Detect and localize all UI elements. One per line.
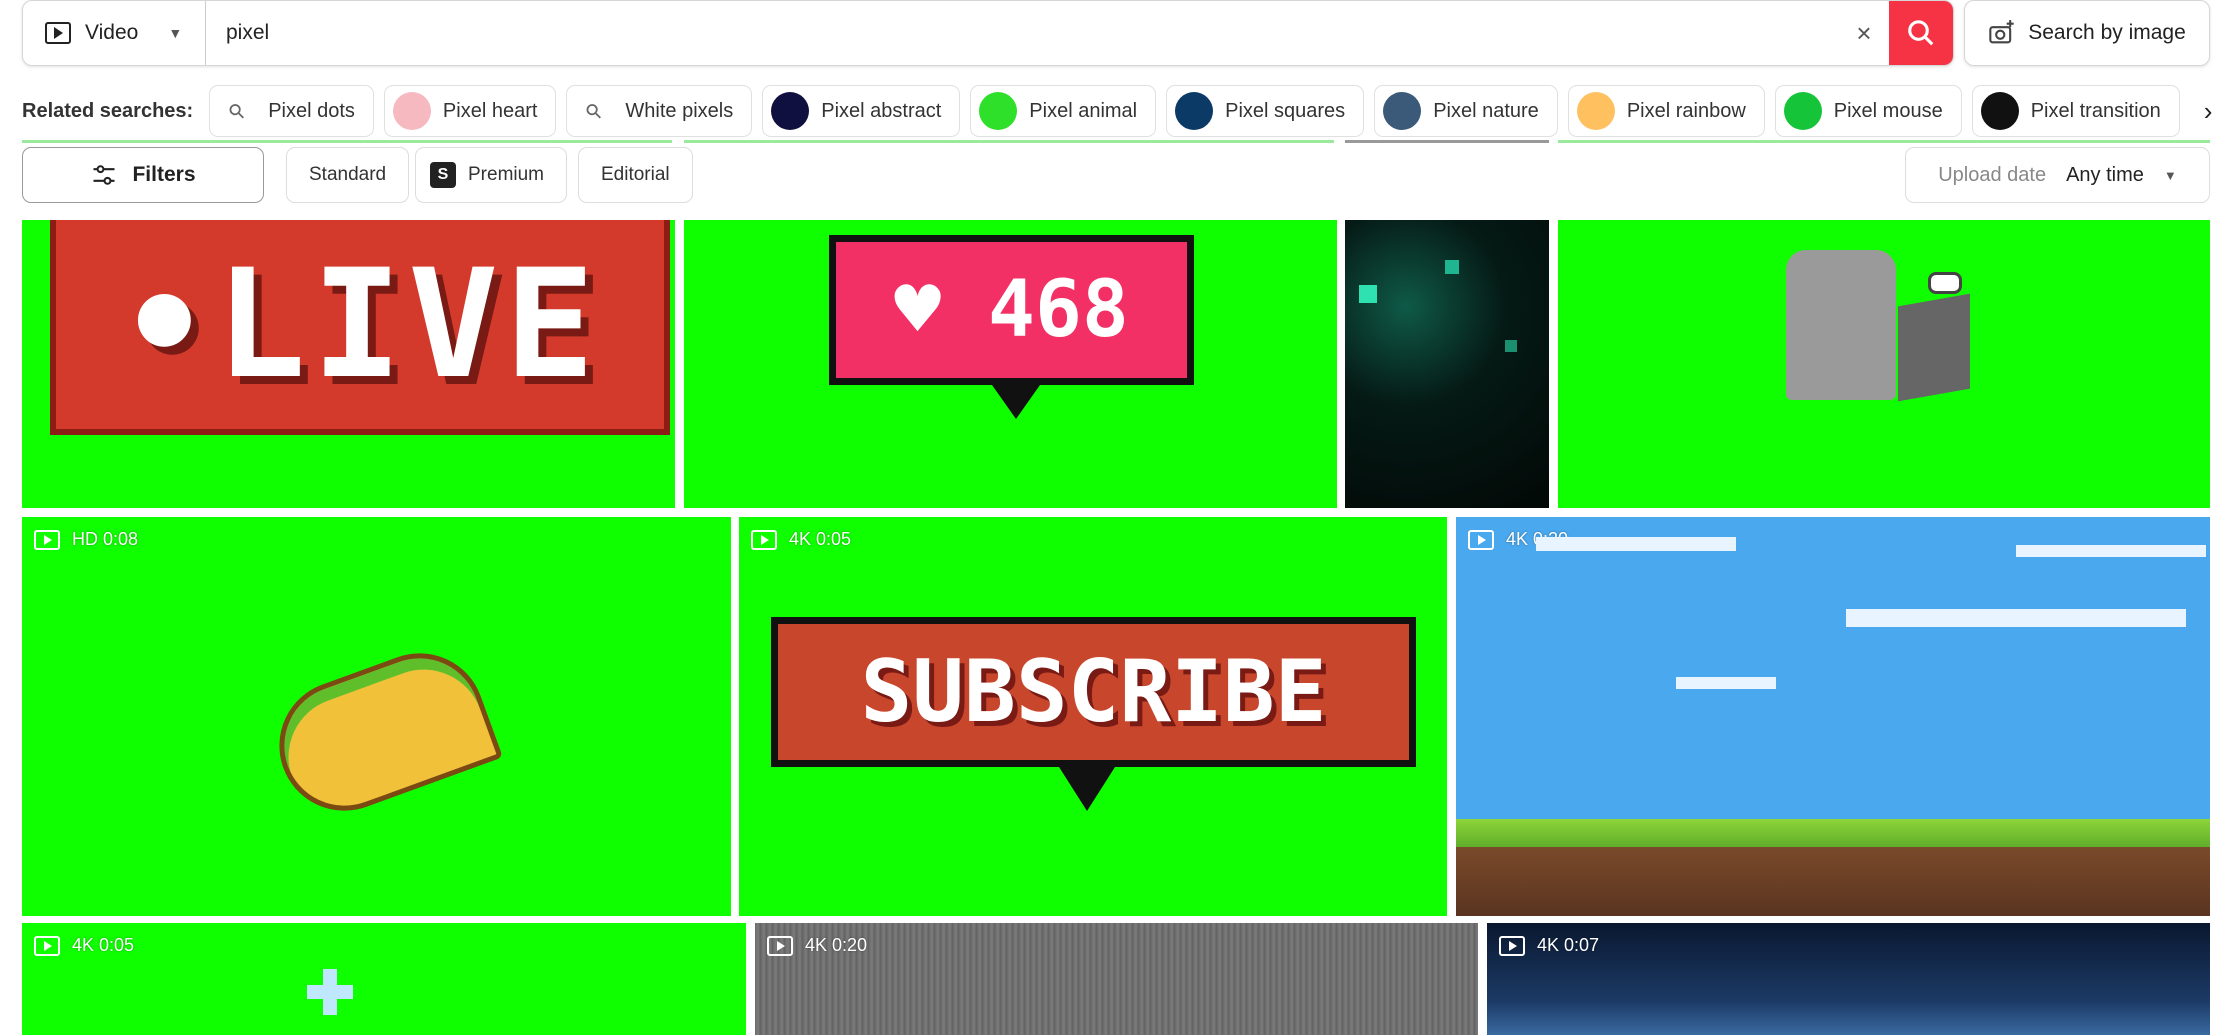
duration-badge: HD 0:08 [34,529,138,550]
duration-badge: 4K 0:05 [34,935,134,956]
video-result[interactable]: 4K 0:05 SUBSCRIBE [739,517,1447,916]
thumbnail [1576,92,1615,130]
video-icon [45,22,71,44]
ground-graphic [1456,819,2210,916]
video-result[interactable]: 4K 0:07 [1487,923,2210,1035]
play-icon [767,935,793,956]
chevron-down-icon: ▼ [168,25,183,41]
video-result[interactable]: 4K 0:05 [22,923,746,1035]
duration-badge: 4K 0:07 [1499,935,1599,956]
related-searches-label: Related searches: [22,99,194,122]
chevron-down-icon: ▼ [2163,167,2177,183]
play-icon [1468,529,1494,550]
play-icon [34,935,60,956]
filter-standard[interactable]: Standard [286,147,410,203]
search-by-image-label: Search by image [2028,21,2186,44]
search-input[interactable]: pixel [206,1,1839,65]
related-search-chip[interactable]: Pixel mouse [1774,85,1962,137]
related-search-chip[interactable]: Pixel abstract [762,85,961,137]
related-search-chip[interactable]: Pixel rainbow [1567,85,1765,137]
related-searches: Related searches: ⚲ Pixel dots Pixel heart… [22,85,2212,137]
computer-graphic [1898,293,1970,402]
play-icon [34,529,60,550]
chip-label: Pixel transition [2030,99,2161,122]
related-search-chip[interactable]: Pixel heart [383,85,557,137]
filter-premium[interactable]: S Premium [415,147,568,203]
filter-label: Editorial [601,164,670,185]
filter-editorial[interactable]: Editorial [578,147,693,203]
thumbnail [1175,92,1214,130]
live-graphic: •LIVE [50,220,670,435]
play-icon [1499,935,1525,956]
related-search-chip[interactable]: Pixel transition [1971,85,2180,137]
chip-label: White pixels [625,99,734,122]
premium-icon: S [430,162,456,188]
search-icon [1908,20,1934,46]
video-result[interactable]: •LIVE [22,220,675,508]
thumbnail [392,92,431,130]
chip-label: Pixel rainbow [1626,99,1746,122]
upload-date-select[interactable]: Upload date Any time ▼ [1905,147,2210,203]
upload-date-label: Upload date [1938,163,2047,186]
search-button[interactable] [1889,1,1953,65]
media-type-label: Video [85,21,139,44]
thumbnail [979,92,1018,130]
camera-plus-icon [1989,20,2014,44]
video-result[interactable] [1558,220,2210,508]
chip-label: Pixel squares [1225,99,1346,122]
media-type-select[interactable]: Video ▼ [23,1,206,65]
video-result[interactable]: 4K 0:20 [755,923,1478,1035]
cat-graphic [1786,250,1896,400]
sliders-icon [93,165,115,185]
clear-icon[interactable]: × [1839,18,1889,49]
search-icon: ⚲ [224,98,251,125]
related-search-chip[interactable]: Pixel nature [1374,85,1558,137]
taco-graphic [261,635,503,829]
video-result[interactable]: HD 0:08 [22,517,731,916]
related-search-chip[interactable]: Pixel squares [1166,85,1365,137]
chip-label: Pixel mouse [1833,99,1943,122]
search-icon: ⚲ [581,98,608,125]
chip-label: Pixel animal [1029,99,1138,122]
thumbnail [771,92,810,130]
chip-label: Pixel nature [1433,99,1539,122]
chip-label: Pixel heart [442,99,538,122]
filters-button[interactable]: Filters [22,147,264,203]
subscribe-graphic: SUBSCRIBE [771,617,1416,767]
thumbnail [1783,92,1822,130]
related-search-chip[interactable]: Pixel animal [970,85,1157,137]
search-by-image-button[interactable]: Search by image [1964,0,2210,66]
filter-label: Standard [309,164,387,185]
likes-graphic: ♥ 468 [829,235,1194,385]
duration-badge: 4K 0:20 [767,935,867,956]
chevron-right-icon[interactable]: › [2204,96,2213,127]
chip-label: Pixel abstract [821,99,942,122]
play-icon [751,529,777,550]
video-result[interactable]: 4K 0:20 [1456,517,2210,916]
chip-label: Pixel dots [268,99,355,122]
filter-label: Premium [468,164,545,185]
video-result[interactable]: ♥ 468 [684,220,1337,508]
filters-label: Filters [132,163,196,186]
related-search-chip[interactable]: ⚲ White pixels [566,85,753,137]
search-bar: Video ▼ pixel × [22,0,1954,66]
thumbnail [1383,92,1422,130]
video-result[interactable] [1345,220,1549,508]
upload-date-value: Any time [2066,163,2144,186]
related-search-chip[interactable]: ⚲ Pixel dots [209,85,374,137]
thumbnail [1980,92,2019,130]
duration-badge: 4K 0:05 [751,529,851,550]
